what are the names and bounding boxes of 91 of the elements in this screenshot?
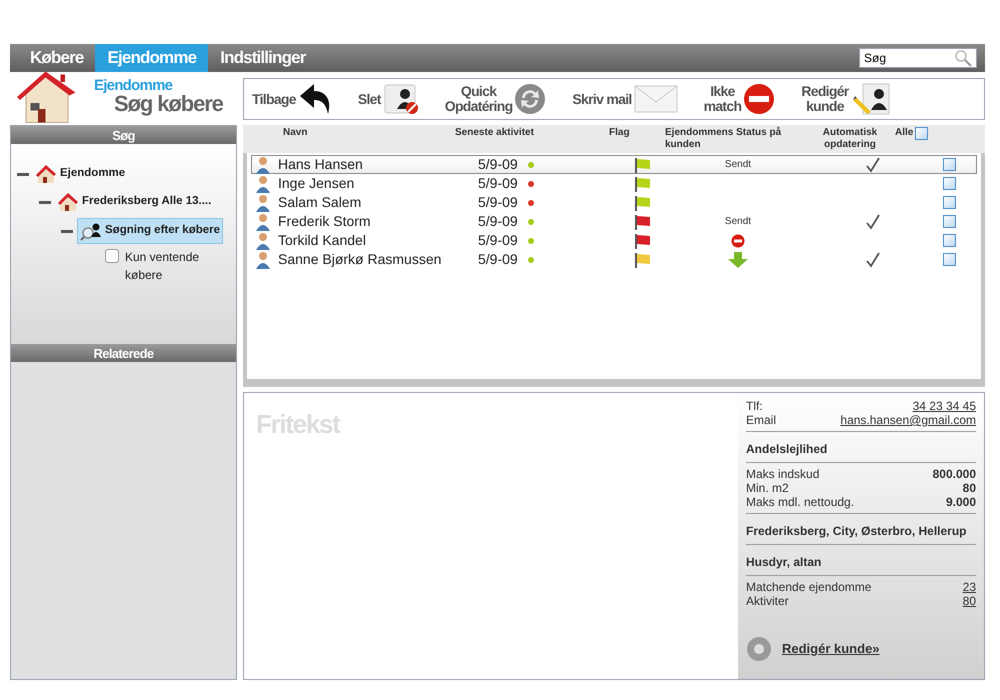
column-header: Automatisk opdatering [822,127,878,150]
count-link[interactable]: 80 [962,594,976,608]
date-cell-text: 5/9-09 [478,231,518,250]
name-cell-text: Inge Jensen [278,174,354,193]
no-entry-icon [731,234,745,248]
detail-text: Husdyr, altan [746,555,822,569]
name-cell-text: Torkild Kandel [278,231,366,250]
table-row[interactable]: Sanne Bjørkø Rasmussen 5/9-09 [251,250,977,269]
toolbar-button[interactable]: Redigér kunde [801,82,891,116]
table-row[interactable]: Torkild Kandel 5/9-09 [251,231,977,250]
date-cell-text: 5/9-09 [478,174,518,193]
table-row[interactable]: Salam Salem 5/9-09 [251,193,977,212]
person-icon [256,212,270,230]
person-icon [256,174,270,192]
toolbar-button[interactable]: Slet [358,83,419,115]
tree-item[interactable]: Ejendomme [33,162,128,186]
person-icon [256,250,270,268]
row-checkbox[interactable] [943,158,956,171]
column-header: Alle [895,127,914,140]
collapse-toggle[interactable] [61,230,73,232]
select-all-checkbox[interactable] [915,127,928,140]
checkbox-label: Kun ventende købere [125,249,200,284]
toolbar-button[interactable]: Ikke match [704,83,776,115]
date-cell-text: 5/9-09 [478,155,518,174]
house-icon [57,192,79,212]
detail-value: 34 23 34 45 [912,399,976,413]
detail-value: 80 [962,481,976,495]
page-title: Søg købere [114,93,223,115]
detail-text: Andelslejlihed [746,442,828,456]
toolbar-button[interactable]: Quick Opdatéring [444,83,546,115]
checkbox[interactable] [105,249,119,263]
contact-edit-icon [850,82,891,116]
tree-item[interactable]: Søgning efter købere [77,218,224,244]
column-header: Seneste aktivitet [455,127,534,138]
tree-item[interactable]: Frederiksberg Alle 13.... [55,190,214,214]
table-row[interactable]: Inge Jensen 5/9-09 [251,174,977,193]
column-header: Flag [609,127,630,138]
name-cell-text: Frederik Storm [278,212,371,231]
detail-value: 800.000 [932,467,976,481]
house-icon [35,164,57,184]
nav-tab[interactable]: Indstillinger [208,44,318,72]
name-cell-text: Salam Salem [278,193,362,212]
detail-label: Aktiviter [746,594,789,608]
row-checkbox[interactable] [943,196,956,209]
date-cell-text: 5/9-09 [478,250,518,269]
person-icon [256,194,270,212]
person-icon [256,156,270,174]
no-entry-icon [743,83,776,115]
edit-customer-link[interactable]: Redigér kunde» [782,639,880,659]
detail-value: 9.000 [946,495,976,509]
count-link[interactable]: 23 [962,580,976,594]
contact-delete-icon [382,83,419,115]
detail-label: Tlf: [746,399,763,413]
date-cell-text: 5/9-09 [478,212,518,231]
table-row[interactable]: Hans Hansen 5/9-09 Sendt [251,155,977,174]
refresh-icon [514,83,546,115]
date-cell-text: 5/9-09 [478,193,518,212]
person-icon [256,232,270,250]
table-row[interactable]: Frederik Storm 5/9-09 Sendt [251,212,977,231]
envelope-icon [634,84,678,114]
toolbar-button[interactable]: Skriv mail [572,84,678,114]
panel-header: Relaterede [11,344,236,362]
name-cell-text: Hans Hansen [278,155,363,174]
nav-tab[interactable]: Købere [18,44,96,72]
detail-label: Maks indskud [746,467,820,481]
row-checkbox[interactable] [943,253,956,266]
row-checkbox[interactable] [943,234,956,247]
person-search-icon [80,221,102,241]
column-header: Navn [283,127,308,138]
search-icon [954,49,972,67]
collapse-toggle[interactable] [17,172,29,176]
detail-label: Email [746,413,776,427]
toolbar-button[interactable]: Tilbage [252,82,332,116]
column-header: Ejendommens Status på kunden [665,127,782,150]
collapse-toggle[interactable] [39,200,51,204]
detail-value: hans.hansen@gmail.com [840,413,976,427]
detail-label: Min. m2 [746,481,789,495]
status-text: Sendt [724,158,752,172]
down-arrow-icon [728,252,748,268]
detail-text: Frederiksberg, City, Østerbro, Hellerup [746,524,967,538]
row-checkbox[interactable] [943,215,956,228]
row-checkbox[interactable] [943,177,956,190]
panel-header: Søg [11,126,236,144]
status-text: Sendt [724,215,752,229]
detail-label: Maks mdl. nettoudg. [746,495,854,509]
name-cell-text: Sanne Bjørkø Rasmussen [278,250,442,269]
detail-label: Matchende ejendomme [746,580,872,594]
search-field[interactable]: Søg [859,48,977,68]
section-label: Ejendomme [94,78,174,93]
back-arrow-icon [298,82,332,116]
search-input[interactable]: Søg [864,49,954,67]
